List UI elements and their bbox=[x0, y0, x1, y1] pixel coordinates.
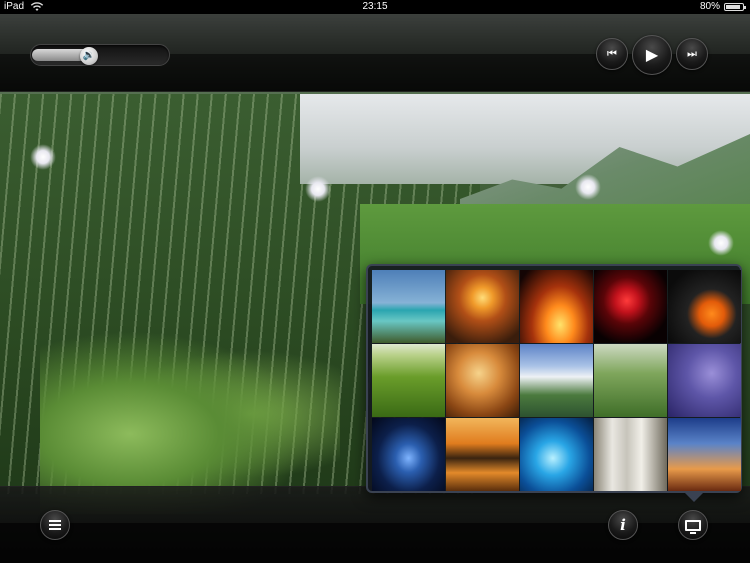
scene-thumbnail-waterfall[interactable] bbox=[594, 418, 667, 491]
scene-thumbnail-stars[interactable] bbox=[372, 418, 445, 491]
battery-percent: 80% bbox=[699, 1, 720, 12]
scene-thumbnail-beach[interactable] bbox=[372, 270, 445, 343]
play-button[interactable]: ▶ bbox=[632, 35, 672, 75]
video-flower bbox=[30, 144, 56, 170]
display-button[interactable] bbox=[678, 510, 708, 540]
speaker-icon[interactable]: 🔉 bbox=[80, 47, 98, 65]
next-track-button[interactable]: ⏭ bbox=[676, 38, 708, 70]
info-icon: i bbox=[620, 516, 626, 534]
scene-thumbnail-fireworks[interactable] bbox=[594, 270, 667, 343]
play-icon: ▶ bbox=[645, 47, 659, 64]
scene-picker-popover bbox=[366, 264, 742, 493]
previous-track-icon: ⏮ bbox=[607, 47, 617, 60]
scene-thumbnail-water-splash[interactable] bbox=[520, 418, 593, 491]
scene-thumbnail-clownfish[interactable] bbox=[668, 270, 741, 343]
info-button[interactable]: i bbox=[608, 510, 638, 540]
display-icon bbox=[685, 519, 701, 534]
scene-thumbnail-mountain-lake[interactable] bbox=[520, 344, 593, 417]
next-track-icon: ⏭ bbox=[687, 47, 697, 60]
video-flower bbox=[708, 230, 734, 256]
playlist-button[interactable] bbox=[40, 510, 70, 540]
scene-thumbnail-autumn-tree[interactable] bbox=[446, 344, 519, 417]
popover-arrow bbox=[684, 492, 704, 502]
scene-thumbnail-lake-sunset[interactable] bbox=[446, 418, 519, 491]
video-flower bbox=[575, 174, 601, 200]
bottom-bar-band bbox=[0, 523, 750, 563]
volume-slider[interactable]: 🔉 bbox=[30, 44, 170, 66]
video-flower bbox=[305, 176, 331, 202]
battery-icon bbox=[724, 3, 746, 11]
clock: 23:15 bbox=[362, 1, 388, 12]
battery-fill bbox=[726, 5, 741, 9]
scene-thumbnail-sunset-clouds[interactable] bbox=[446, 270, 519, 343]
scene-thumbnail-forest-flowers[interactable] bbox=[594, 344, 667, 417]
scene-thumbnail-grass[interactable] bbox=[372, 344, 445, 417]
scene-thumbnail-windmills[interactable] bbox=[668, 418, 741, 491]
video-leaves bbox=[40, 314, 340, 514]
previous-track-button[interactable]: ⏮ bbox=[596, 38, 628, 70]
status-bar: iPad 23:15 80% bbox=[0, 0, 750, 14]
scene-thumbnail-grid bbox=[372, 270, 741, 491]
scene-thumbnail-fireplace[interactable] bbox=[520, 270, 593, 343]
list-icon bbox=[49, 520, 61, 530]
scene-thumbnail-rain[interactable] bbox=[668, 344, 741, 417]
